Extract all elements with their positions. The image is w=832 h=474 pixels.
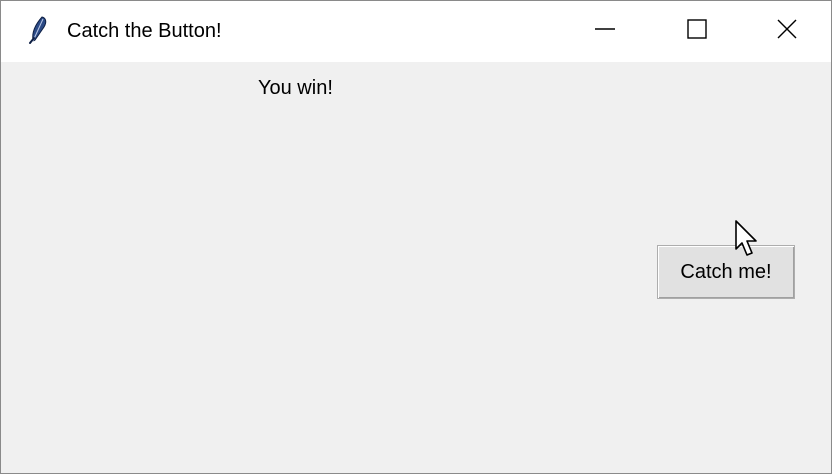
close-icon — [776, 18, 798, 45]
client-area: You win! Catch me! — [1, 62, 831, 473]
title-bar[interactable]: Catch the Button! — [1, 1, 831, 62]
feather-icon — [25, 16, 49, 44]
minimize-icon — [594, 18, 616, 45]
close-button[interactable] — [743, 1, 831, 62]
status-label: You win! — [258, 77, 333, 99]
maximize-icon — [686, 18, 708, 45]
minimize-button[interactable] — [559, 1, 651, 62]
window-title: Catch the Button! — [67, 20, 222, 42]
app-window: Catch the Button! You win! Catch me! — [0, 0, 832, 474]
catch-me-button[interactable]: Catch me! — [657, 245, 795, 299]
maximize-button[interactable] — [651, 1, 743, 62]
